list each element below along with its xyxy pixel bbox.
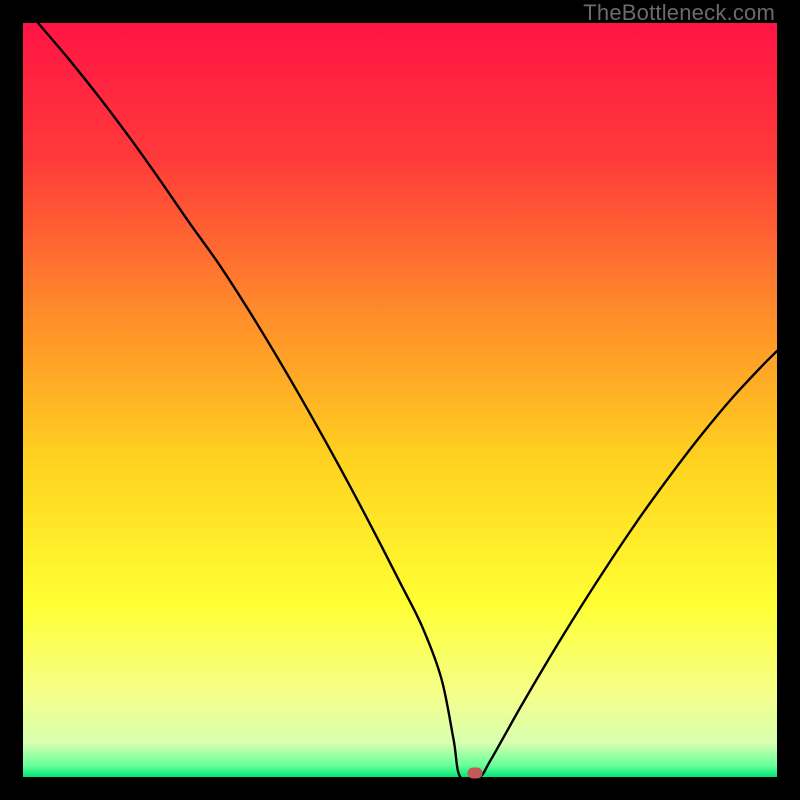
chart-frame: TheBottleneck.com xyxy=(0,0,800,800)
optimal-point-marker xyxy=(468,768,483,779)
plot-area xyxy=(23,23,777,777)
watermark-label: TheBottleneck.com xyxy=(583,0,775,26)
bottleneck-curve xyxy=(23,23,777,777)
